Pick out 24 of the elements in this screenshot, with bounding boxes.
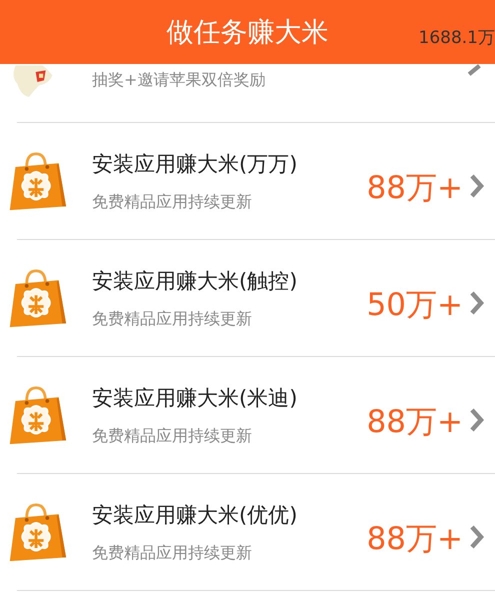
reward-amount: 88万+ [366, 402, 463, 442]
task-subtitle: 免费精品应用持续更新 [92, 426, 253, 447]
task-row[interactable]: 安装应用赚大米(万万) 免费精品应用持续更新 88万+ [0, 123, 495, 240]
chevron-icon [469, 524, 485, 550]
chevron-icon [469, 172, 485, 198]
task-title: 安装应用赚大米(优优) [92, 502, 298, 529]
reward-amount: 88万+ [366, 520, 463, 558]
reward-amount: 88万+ [366, 168, 463, 208]
page-title: 做任务赚大米 [166, 16, 328, 50]
task-title: 安装应用赚大米(米迪) [92, 385, 298, 412]
task-subtitle: 免费精品应用持续更新 [92, 309, 253, 330]
task-title: 安装应用赚大米(触控) [92, 268, 298, 295]
task-row[interactable]: 抽奖+邀请苹果双倍奖励 [0, 64, 495, 123]
task-subtitle: 免费精品应用持续更新 [92, 543, 253, 564]
task-subtitle: 抽奖+邀请苹果双倍奖励 [92, 70, 266, 91]
task-row[interactable]: 安装应用赚大米(触控) 免费精品应用持续更新 50万+ [0, 240, 495, 357]
task-row[interactable]: 安装应用赚大米(米迪) 免费精品应用持续更新 88万+ [0, 357, 495, 474]
task-subtitle: 免费精品应用持续更新 [92, 192, 253, 213]
chevron-icon [469, 290, 485, 316]
task-title: 安装应用赚大米(万万) [92, 151, 298, 178]
task-row[interactable]: 安装应用赚大米(优优) 免费精品应用持续更新 88万+ [0, 474, 495, 591]
balance-amount: 1688.1万 [418, 27, 495, 49]
reward-amount: 50万+ [366, 286, 463, 324]
chevron-icon [469, 406, 485, 432]
